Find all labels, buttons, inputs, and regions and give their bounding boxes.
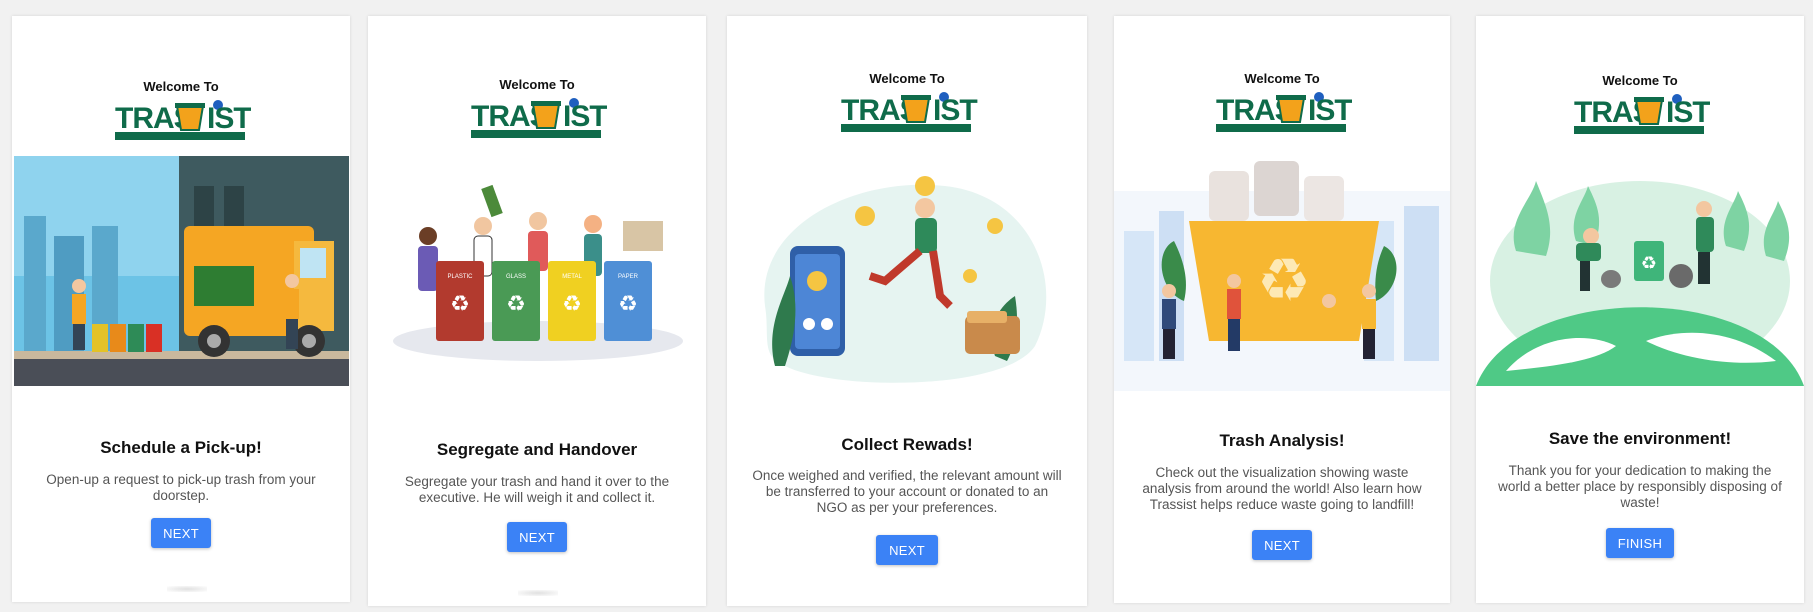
- trash-analysis-illustration: ♻: [1114, 151, 1450, 391]
- card-title: Schedule a Pick-up!: [100, 438, 262, 457]
- finish-button[interactable]: FINISH: [1606, 528, 1674, 558]
- shadow-decoration: [167, 586, 207, 592]
- bin-label-metal: METAL: [562, 274, 582, 280]
- onboarding-card-rewards: Welcome To Collect Rewads! Once weighed …: [727, 16, 1087, 606]
- svg-text:♻: ♻: [1641, 253, 1657, 273]
- segregation-illustration: PLASTIC GLASS METAL PAPER ♻ ♻ ♻ ♻: [388, 166, 688, 366]
- shadow-decoration: [518, 590, 558, 596]
- svg-text:♻: ♻: [450, 291, 470, 316]
- card-description: Check out the visualization showing wast…: [1142, 465, 1422, 512]
- card-description: Once weighed and verified, the relevant …: [752, 468, 1062, 515]
- card-description: Open-up a request to pick-up trash from …: [46, 472, 316, 503]
- bin-label-plastic: PLASTIC: [447, 274, 473, 280]
- welcome-text: Welcome To: [143, 79, 219, 94]
- trassist-logo: [832, 90, 982, 134]
- welcome-text: Welcome To: [869, 71, 945, 86]
- garbage-truck-illustration: [14, 156, 349, 386]
- trassist-logo: [467, 96, 607, 140]
- bin-label-glass: GLASS: [506, 274, 526, 280]
- card-title: Segregate and Handover: [436, 440, 638, 459]
- onboarding-card-segregate: Welcome To PLASTIC GLASS METAL PAPER ♻ ♻…: [368, 16, 706, 606]
- rewards-illustration: [745, 166, 1065, 391]
- next-button[interactable]: NEXT: [507, 522, 567, 552]
- welcome-text: Welcome To: [1244, 71, 1320, 86]
- next-button[interactable]: NEXT: [876, 535, 938, 565]
- svg-text:♻: ♻: [1257, 247, 1311, 314]
- save-environment-illustration: ♻: [1476, 161, 1804, 386]
- card-description: Segregate your trash and hand it over to…: [404, 474, 670, 505]
- onboarding-card-analysis: Welcome To ♻ Trash Analysis! Check out t…: [1114, 16, 1450, 603]
- bin-label-paper: PAPER: [618, 274, 639, 280]
- card-title: Save the environment!: [1548, 429, 1732, 448]
- onboarding-card-environment: Welcome To ♻ Save the environment! Thank…: [1476, 16, 1804, 603]
- trassist-logo: [1212, 90, 1352, 134]
- next-button[interactable]: NEXT: [151, 518, 211, 548]
- welcome-text: Welcome To: [1602, 73, 1678, 88]
- card-description: Thank you for your dedication to making …: [1498, 463, 1782, 510]
- trassist-logo: [111, 98, 251, 142]
- card-title: Collect Rewads!: [841, 435, 973, 454]
- card-title: Trash Analysis!: [1219, 431, 1345, 450]
- svg-text:♻: ♻: [506, 291, 526, 316]
- svg-text:♻: ♻: [618, 291, 638, 316]
- next-button[interactable]: NEXT: [1252, 530, 1312, 560]
- welcome-text: Welcome To: [499, 77, 575, 92]
- onboarding-card-pickup: Welcome To Schedule a Pick-up! Open-up a…: [12, 16, 350, 602]
- svg-text:♻: ♻: [562, 291, 582, 316]
- trassist-logo: [1570, 92, 1710, 136]
